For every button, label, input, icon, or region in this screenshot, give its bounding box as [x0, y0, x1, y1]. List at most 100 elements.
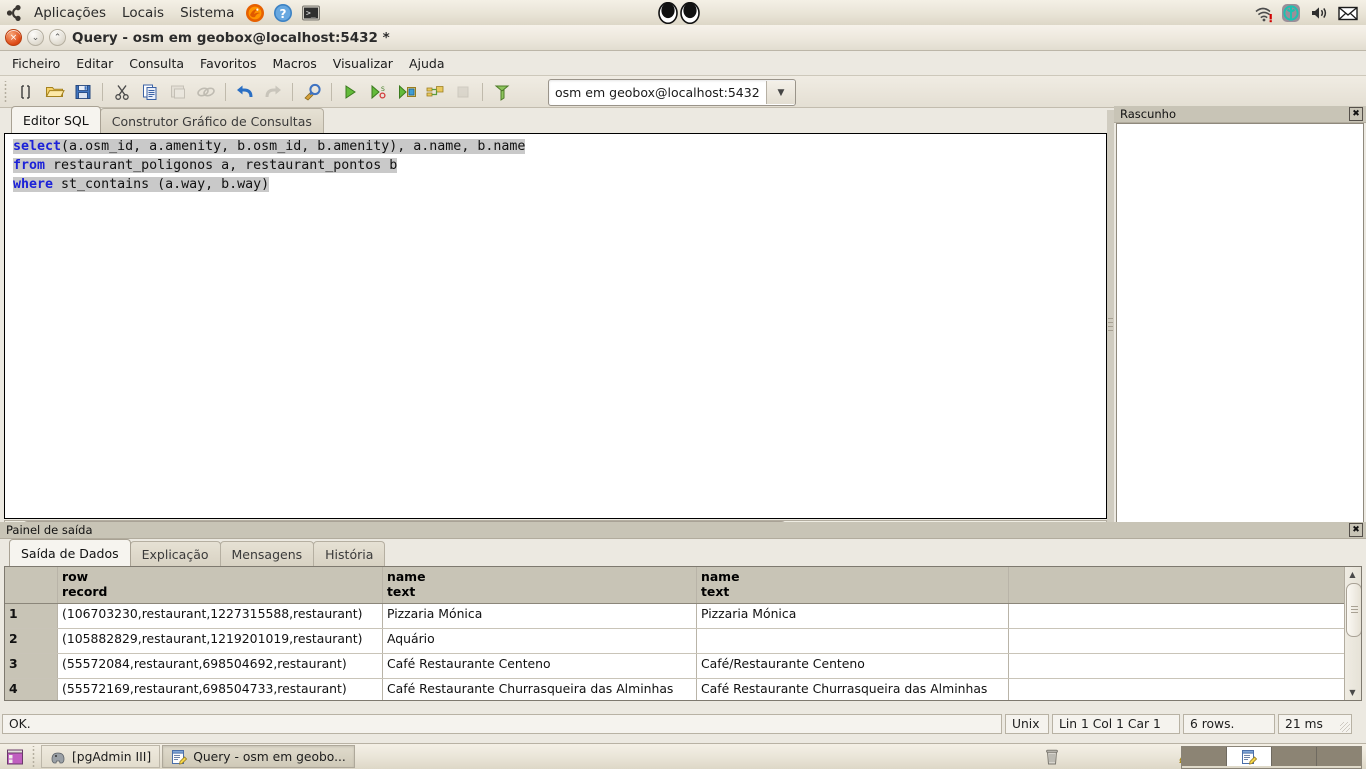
close-icon[interactable]: ✖: [1349, 523, 1363, 537]
sql-text[interactable]: select(a.osm_id, a.amenity, b.osm_id, b.…: [5, 134, 1106, 194]
explain-options-icon[interactable]: [299, 80, 325, 104]
row-number[interactable]: 2: [5, 628, 58, 654]
tab-saida-de-dados[interactable]: Saída de Dados: [9, 539, 131, 566]
cell-filler[interactable]: [1008, 628, 1361, 654]
help-launcher-icon[interactable]: ?: [273, 3, 295, 23]
cell-name-b[interactable]: Pizzaria Mónica: [696, 603, 1009, 629]
find-replace-icon[interactable]: [193, 80, 219, 104]
terminal-launcher-icon[interactable]: >_: [301, 3, 323, 23]
execute-to-file-icon[interactable]: [394, 80, 420, 104]
rascunho-textarea[interactable]: [1116, 123, 1364, 538]
panel-menu-locais[interactable]: Locais: [115, 3, 171, 23]
scroll-down-arrow-icon[interactable]: ▼: [1345, 685, 1360, 700]
column-header-name-a[interactable]: name text: [382, 567, 697, 604]
panel-menu-aplicacoes[interactable]: Aplicações: [27, 3, 113, 23]
save-file-icon[interactable]: [70, 80, 96, 104]
taskbar-item-query[interactable]: Query - osm em geobo...: [162, 745, 355, 768]
firefox-launcher-icon[interactable]: [245, 3, 267, 23]
workspace-2[interactable]: [1227, 747, 1272, 766]
workspace-1[interactable]: [1182, 747, 1227, 766]
tab-historia[interactable]: História: [313, 541, 386, 566]
grid-vertical-scrollbar[interactable]: ▲ ▼: [1344, 567, 1361, 700]
menu-editar[interactable]: Editar: [68, 53, 121, 74]
open-file-icon[interactable]: [42, 80, 68, 104]
workspace-switcher[interactable]: [1181, 746, 1362, 769]
row-number[interactable]: 1: [5, 603, 58, 629]
cell-name-b[interactable]: Café/Restaurante Centeno: [696, 653, 1009, 679]
tab-mensagens[interactable]: Mensagens: [219, 541, 315, 566]
cell-name-b[interactable]: Café Restaurante Churrasqueira das Almin…: [696, 678, 1009, 700]
rascunho-title: Rascunho: [1120, 107, 1177, 121]
cell-filler[interactable]: [1008, 678, 1361, 700]
execute-pgscript-icon[interactable]: S: [366, 80, 392, 104]
sql-editor[interactable]: select(a.osm_id, a.amenity, b.osm_id, b.…: [4, 133, 1107, 519]
menu-favoritos[interactable]: Favoritos: [192, 53, 264, 74]
new-query-icon[interactable]: [14, 80, 40, 104]
cut-icon[interactable]: [109, 80, 135, 104]
menu-ficheiro[interactable]: Ficheiro: [4, 53, 68, 74]
close-icon[interactable]: ✖: [1349, 107, 1363, 121]
menu-visualizar[interactable]: Visualizar: [325, 53, 401, 74]
window-titlebar: × ⌄ ⌃ Query - osm em geobox@localhost:54…: [0, 25, 1366, 51]
table-row[interactable]: 2 (105882829,restaurant,1219201019,resta…: [5, 628, 1361, 654]
row-number[interactable]: 4: [5, 678, 58, 700]
show-desktop-icon[interactable]: [3, 746, 27, 767]
toolbar-grip[interactable]: [2, 80, 9, 103]
connection-combobox[interactable]: osm em geobox@localhost:5432 ▼: [548, 79, 796, 106]
cell-row-record[interactable]: (55572084,restaurant,698504692,restauran…: [57, 653, 383, 679]
table-row[interactable]: 4 (55572169,restaurant,698504733,restaur…: [5, 678, 1361, 700]
row-number[interactable]: 3: [5, 653, 58, 679]
cancel-query-icon[interactable]: [450, 80, 476, 104]
cell-filler[interactable]: [1008, 603, 1361, 629]
table-row[interactable]: 1 (106703230,restaurant,1227315588,resta…: [5, 603, 1361, 629]
execute-query-icon[interactable]: [338, 80, 364, 104]
clear-window-icon[interactable]: [489, 80, 515, 104]
panel-menu-sistema[interactable]: Sistema: [173, 3, 241, 23]
ubuntu-logo-icon[interactable]: [4, 3, 26, 23]
menu-consulta[interactable]: Consulta: [121, 53, 192, 74]
pgadmin-elephant-icon: [50, 749, 66, 765]
network-wireless-error-icon[interactable]: [1253, 3, 1275, 23]
menu-ajuda[interactable]: Ajuda: [401, 53, 453, 74]
cell-filler[interactable]: [1008, 653, 1361, 679]
grid-corner-cell[interactable]: [5, 567, 58, 604]
tab-construtor-grafico[interactable]: Construtor Gráfico de Consultas: [99, 108, 324, 133]
vertical-splitter[interactable]: [1107, 110, 1114, 540]
taskbar-grip[interactable]: [30, 745, 37, 768]
tab-editor-sql[interactable]: Editor SQL: [11, 106, 101, 133]
table-row[interactable]: 3 (55572084,restaurant,698504692,restaur…: [5, 653, 1361, 679]
window-resize-grip[interactable]: [1340, 722, 1350, 732]
trash-icon[interactable]: [1040, 746, 1064, 767]
cell-name-b[interactable]: [696, 628, 1009, 654]
undo-icon[interactable]: [232, 80, 258, 104]
menu-macros[interactable]: Macros: [264, 53, 324, 74]
explain-query-icon[interactable]: [422, 80, 448, 104]
taskbar-item-pgadmin[interactable]: [pgAdmin III]: [41, 745, 161, 768]
paste-icon[interactable]: [165, 80, 191, 104]
volume-icon[interactable]: [1309, 3, 1331, 23]
redo-icon[interactable]: [260, 80, 286, 104]
cell-row-record[interactable]: (106703230,restaurant,1227315588,restaur…: [57, 603, 383, 629]
grid-vscroll-thumb[interactable]: [1346, 583, 1361, 637]
column-header-filler[interactable]: [1008, 567, 1361, 604]
cell-name-a[interactable]: Aquário: [382, 628, 697, 654]
cell-name-a[interactable]: Café Restaurante Churrasqueira das Almin…: [382, 678, 697, 700]
cell-row-record[interactable]: (55572169,restaurant,698504733,restauran…: [57, 678, 383, 700]
toolbar-separator: [331, 82, 332, 101]
column-header-row[interactable]: row record: [57, 567, 383, 604]
scroll-up-arrow-icon[interactable]: ▲: [1345, 567, 1360, 582]
xeyes-applet-icon: [655, 0, 703, 25]
workspace-3[interactable]: [1272, 747, 1317, 766]
cell-row-record[interactable]: (105882829,restaurant,1219201019,restaur…: [57, 628, 383, 654]
toolbar-separator: [225, 82, 226, 101]
column-header-name-b[interactable]: name text: [696, 567, 1009, 604]
copy-icon[interactable]: [137, 80, 163, 104]
chevron-down-icon[interactable]: ▼: [766, 81, 795, 104]
cell-name-a[interactable]: Café Restaurante Centeno: [382, 653, 697, 679]
data-grid[interactable]: row record name text name text 1 (106703…: [4, 566, 1362, 701]
workspace-4[interactable]: [1317, 747, 1361, 766]
tab-explicacao[interactable]: Explicação: [129, 541, 221, 566]
mail-icon[interactable]: [1337, 3, 1359, 23]
ubuntu-one-icon[interactable]: [1281, 3, 1303, 23]
cell-name-a[interactable]: Pizzaria Mónica: [382, 603, 697, 629]
